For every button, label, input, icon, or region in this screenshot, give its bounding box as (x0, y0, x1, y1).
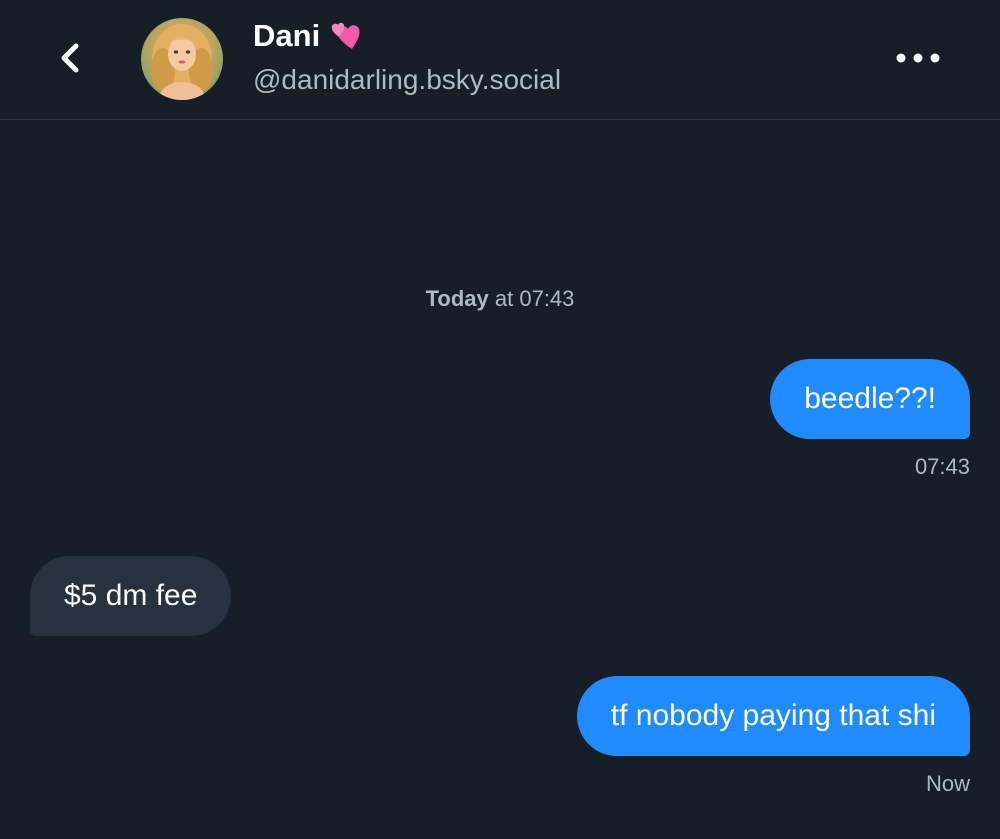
date-divider: Today at 07:43 (0, 284, 1000, 314)
message-text: tf nobody paying that shi (610, 699, 936, 732)
message-text: beedle??! (804, 382, 936, 415)
message-timestamp: 07:43 (914, 454, 970, 479)
date-divider-time: 07:43 (519, 286, 575, 311)
message-text: $5 dm fee (64, 579, 198, 612)
message-bubble-incoming[interactable]: $5 dm fee (30, 556, 232, 636)
contact-name-row: Dani (253, 16, 368, 56)
avatar[interactable] (141, 18, 223, 100)
message-bubble-outgoing[interactable]: beedle??! (770, 359, 970, 439)
message-timestamp: Now (925, 771, 970, 796)
contact-name: Dani (253, 18, 321, 53)
avatar-image (151, 24, 213, 100)
conversation-header: Dani @danidarling.bsky.social (0, 0, 1000, 120)
contact-handle: @danidarling.bsky.social (253, 64, 562, 95)
back-button[interactable] (48, 36, 92, 80)
date-divider-at: at (494, 286, 514, 311)
more-options-button[interactable] (888, 38, 948, 78)
ellipsis-icon (896, 53, 940, 63)
message-bubble-outgoing[interactable]: tf nobody paying that shi (576, 676, 970, 756)
two-hearts-emoji-icon (331, 22, 360, 49)
chevron-left-icon (61, 43, 79, 73)
date-divider-day: Today (425, 286, 489, 311)
